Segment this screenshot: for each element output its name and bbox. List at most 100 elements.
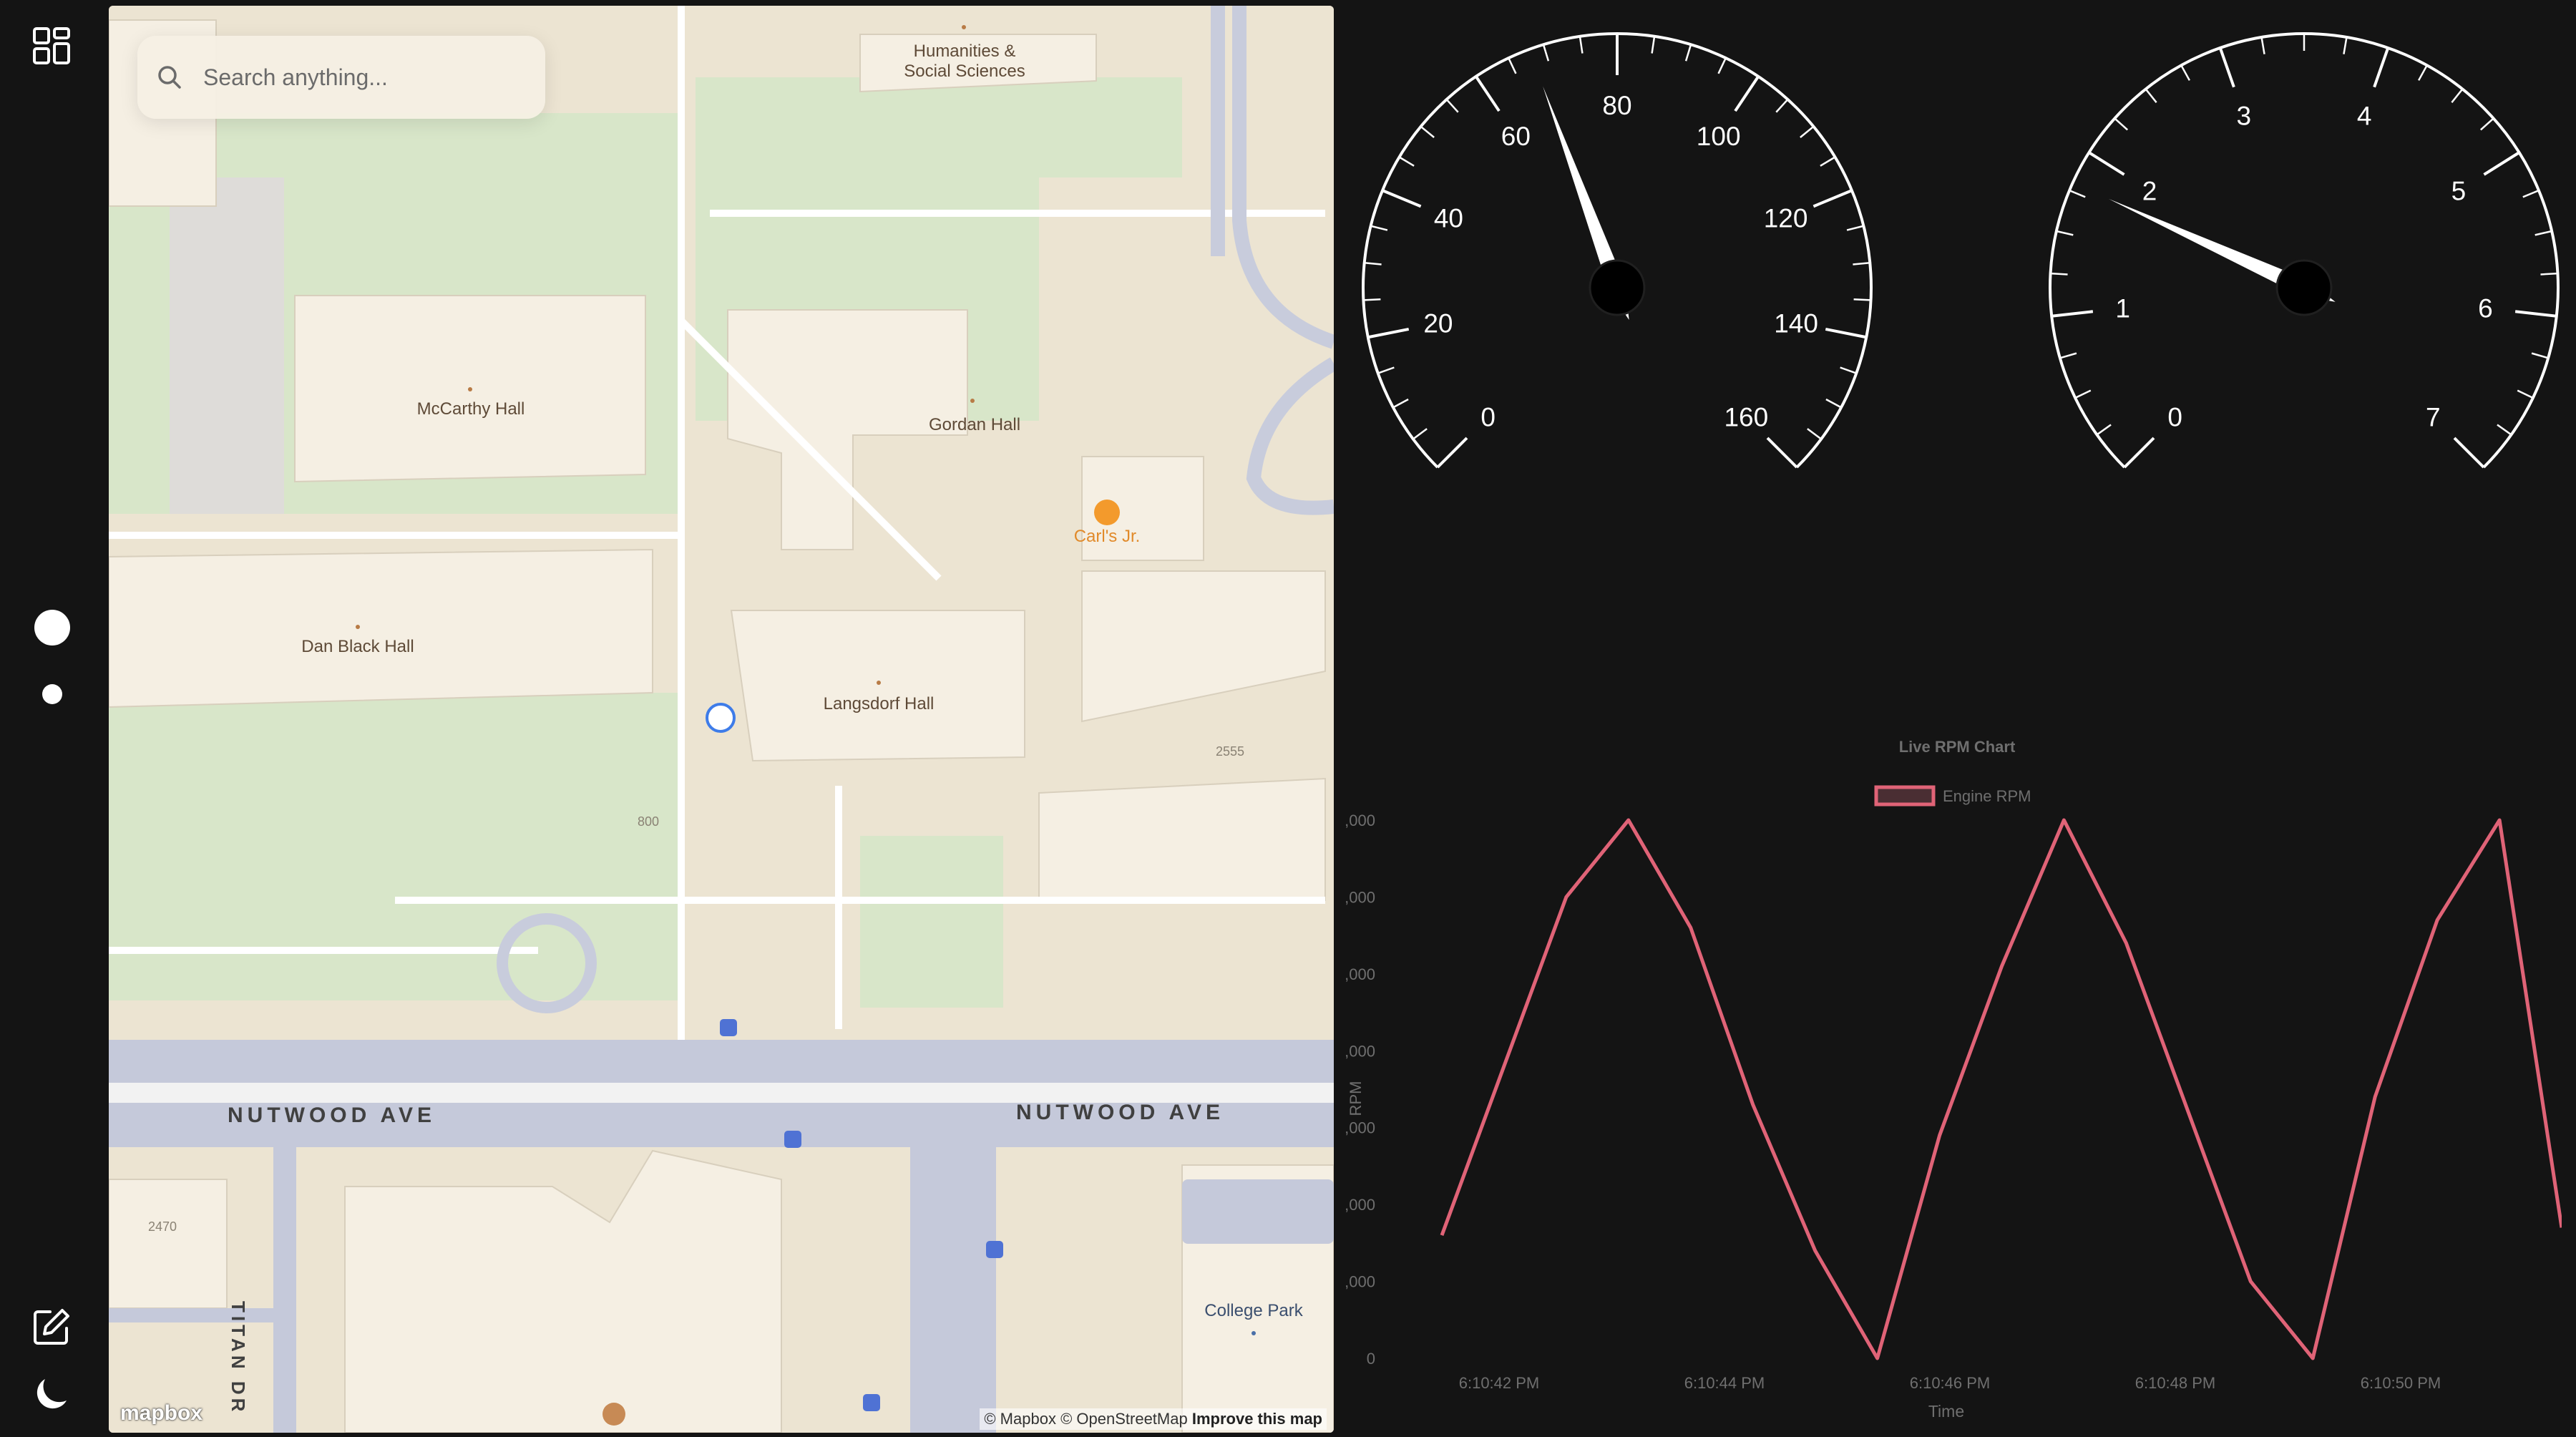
tachometer-minor-tick — [2096, 424, 2112, 436]
tachometer-minor-tick — [2050, 272, 2068, 276]
label-address-800: 800 — [637, 814, 660, 829]
speedometer-minor-tick — [1717, 57, 1727, 74]
y-tick-label: 0 — [1367, 1350, 1375, 1368]
rpm-line-chart: Live RPM Chart Engine RPM Time RPM 0 1,00… — [1345, 738, 2562, 1421]
speedometer-minor-tick — [1420, 125, 1435, 138]
speedometer-major-tick — [1766, 437, 1798, 469]
speedometer-major-tick — [1825, 327, 1867, 339]
tachometer-minor-tick — [2534, 230, 2552, 236]
speedometer-minor-tick — [1363, 298, 1381, 301]
tachometer-tick-label: 2 — [2142, 176, 2157, 205]
speedometer-minor-tick — [1807, 428, 1822, 440]
left-rail — [0, 0, 107, 1437]
speedometer-tick-label: 140 — [1774, 309, 1818, 338]
x-tick-label: 6:10:46 PM — [1910, 1374, 1991, 1392]
speedometer-tick-label: 100 — [1697, 122, 1741, 151]
tachometer-tick-label: 6 — [2478, 294, 2493, 323]
tachometer-minor-tick — [2180, 64, 2190, 81]
tachometer-minor-tick — [2517, 389, 2534, 399]
speedometer-tick-label: 120 — [1764, 203, 1808, 233]
search-box[interactable] — [137, 36, 545, 119]
tachometer-major-tick — [2373, 47, 2390, 88]
label-carls-jr[interactable]: Carl's Jr. — [1074, 527, 1141, 547]
tachometer-minor-tick — [2114, 117, 2129, 131]
speedometer-hub — [1589, 259, 1646, 316]
speedometer-minor-tick — [1392, 398, 1409, 409]
tachometer-minor-tick — [2531, 352, 2549, 359]
mapbox-logo[interactable]: mapbox — [120, 1401, 203, 1426]
speedometer-tick-label: 0 — [1480, 402, 1496, 432]
search-icon — [156, 64, 195, 91]
speedometer-major-tick — [1367, 327, 1410, 339]
attribution-mapbox[interactable]: © Mapbox — [984, 1410, 1056, 1428]
tachometer-tick-label: 3 — [2236, 101, 2251, 130]
street-nutwood-ave-right: NUTWOOD AVE — [1016, 1101, 1224, 1124]
legend-label[interactable]: Engine RPM — [1943, 787, 2031, 805]
speedometer-minor-tick — [1800, 125, 1815, 138]
attribution-improve[interactable]: Improve this map — [1192, 1410, 1322, 1428]
speedometer-minor-tick — [1820, 156, 1836, 167]
dashboard-grid-icon[interactable] — [27, 21, 76, 70]
tachometer-minor-tick — [2497, 424, 2512, 436]
label-dan-black-hall[interactable]: Dan Black Hall — [301, 637, 414, 657]
speedometer-major-tick — [1475, 75, 1501, 112]
x-tick-label: 6:10:44 PM — [1684, 1374, 1765, 1392]
tachometer-major-tick — [2218, 47, 2235, 88]
tachometer-minor-tick — [2145, 88, 2157, 103]
speedometer-minor-tick — [1825, 398, 1842, 409]
tachometer-tick-label: 4 — [2357, 101, 2372, 130]
speedometer-minor-tick — [1853, 298, 1871, 301]
y-axis-title: RPM — [1347, 1081, 1365, 1116]
y-tick-label: 6,000 — [1345, 888, 1375, 906]
series-engine-rpm-line — [1440, 818, 2562, 1360]
tachometer-minor-tick — [2451, 88, 2464, 103]
speedometer-major-tick — [1734, 75, 1760, 112]
speedometer-tick-label: 60 — [1501, 122, 1531, 151]
page-indicator-dot-active[interactable] — [34, 610, 70, 646]
label-address-2470: 2470 — [147, 1219, 177, 1234]
label-humanities[interactable]: Humanities & Social Sciences — [904, 42, 1025, 82]
speedometer-minor-tick — [1853, 261, 1870, 266]
speedometer-tick-label: 20 — [1423, 309, 1453, 338]
speedometer-minor-tick — [1445, 99, 1459, 113]
y-tick-label: 7,000 — [1345, 812, 1375, 829]
tachometer-minor-tick — [2069, 189, 2086, 198]
speedometer-minor-tick — [1370, 225, 1388, 231]
speedometer-minor-tick — [1579, 36, 1584, 54]
search-input[interactable] — [202, 63, 519, 92]
y-tick-label: 2,000 — [1345, 1196, 1375, 1214]
page-indicator-dot[interactable] — [42, 684, 62, 704]
attribution-osm[interactable]: © OpenStreetMap — [1060, 1410, 1188, 1428]
label-college-park[interactable]: College Park — [1204, 1301, 1302, 1321]
label-langsdorf-hall[interactable]: Langsdorf Hall — [824, 694, 935, 714]
tachometer-major-tick — [2051, 310, 2094, 318]
speedometer-major-tick — [1382, 189, 1422, 208]
x-tick-label: 6:10:48 PM — [2135, 1374, 2216, 1392]
tachometer-major-tick — [2123, 437, 2155, 469]
label-gordan-hall[interactable]: Gordan Hall — [929, 415, 1020, 435]
chart-title: Live RPM Chart — [1899, 738, 2016, 756]
y-tick-label: 1,000 — [1345, 1273, 1375, 1291]
tachometer-tick-label: 0 — [2167, 402, 2182, 432]
tachometer-hub — [2275, 259, 2333, 316]
label-mccarthy-hall[interactable]: McCarthy Hall — [417, 399, 525, 419]
legend-swatch[interactable] — [1874, 785, 1936, 807]
speedometer-minor-tick — [1846, 225, 1864, 231]
tachometer-minor-tick — [2479, 117, 2494, 131]
y-tick-label: 3,000 — [1345, 1119, 1375, 1137]
y-tick-label: 5,000 — [1345, 965, 1375, 983]
x-tick-label: 6:10:42 PM — [1459, 1374, 1540, 1392]
speedometer-minor-tick — [1542, 44, 1550, 62]
speedometer-minor-tick — [1840, 366, 1857, 374]
speedometer-tick-label: 160 — [1724, 402, 1768, 432]
tachometer-tick-label: 1 — [2115, 294, 2130, 323]
map-view[interactable]: Humanities & Social Sciences McCarthy Ha… — [109, 6, 1334, 1433]
speedometer-minor-tick — [1651, 36, 1656, 54]
moon-icon[interactable] — [27, 1370, 76, 1418]
map-base — [109, 6, 1334, 1433]
x-tick-label: 6:10:50 PM — [2361, 1374, 2441, 1392]
edit-icon[interactable] — [27, 1302, 76, 1351]
tachometer-tick-label: 7 — [2426, 402, 2441, 432]
tachometer-major-tick — [2514, 310, 2557, 318]
tachometer-minor-tick — [2074, 389, 2092, 399]
